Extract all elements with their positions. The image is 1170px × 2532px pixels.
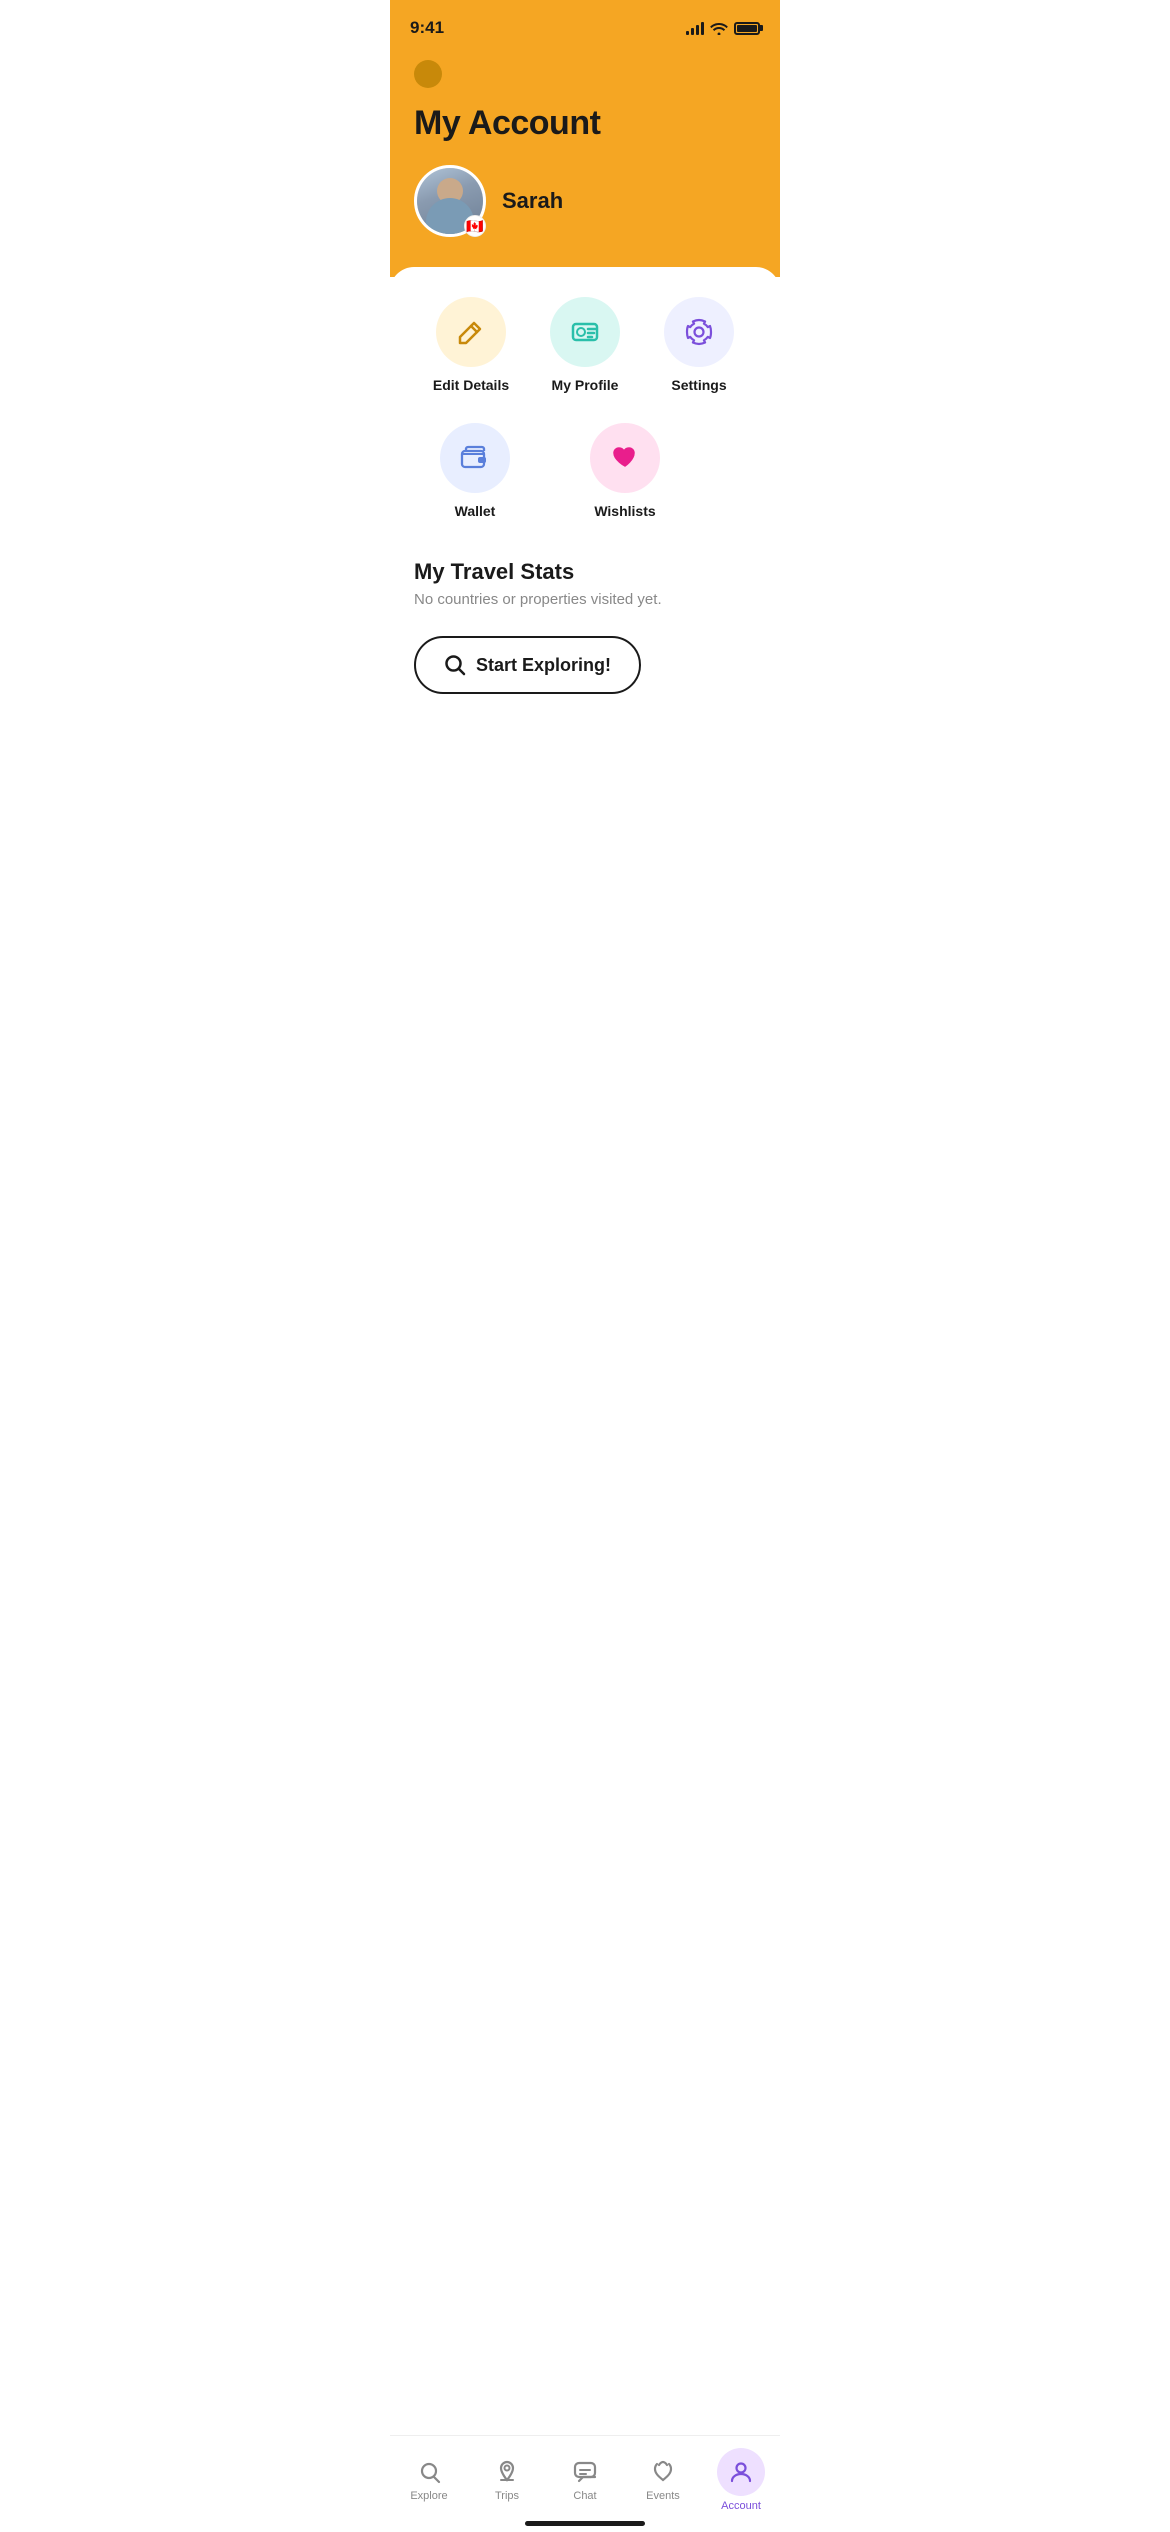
battery-icon [734,22,760,35]
my-profile-icon-circle [550,297,620,367]
chat-nav-label: Chat [573,2490,596,2502]
wishlists-icon-circle [590,423,660,493]
start-exploring-label: Start Exploring! [476,655,611,676]
search-icon [444,654,466,676]
nav-chat[interactable]: Chat [555,2458,615,2502]
nav-explore[interactable]: Explore [399,2458,459,2502]
status-time: 9:41 [410,18,444,38]
edit-details-label: Edit Details [433,377,509,393]
page-title: My Account [414,104,756,143]
notification-dot [414,60,442,88]
wallet-label: Wallet [455,503,496,519]
travel-stats-title: My Travel Stats [414,559,756,585]
my-profile-label: My Profile [552,377,619,393]
edit-details-item[interactable]: Edit Details [426,297,516,393]
avatar-container[interactable]: 🇨🇦 [414,165,486,237]
travel-stats-subtitle: No countries or properties visited yet. [414,591,756,608]
wallet-item[interactable]: Wallet [430,423,520,519]
nav-account[interactable]: Account [711,2448,771,2512]
my-profile-item[interactable]: My Profile [540,297,630,393]
settings-item[interactable]: Settings [654,297,744,393]
explore-nav-label: Explore [410,2490,447,2502]
home-indicator [525,2521,645,2526]
account-icon-circle [717,2448,765,2496]
menu-row-1: Edit Details My Profile [414,297,756,393]
wifi-icon [710,21,728,35]
header: My Account 🇨🇦 Sarah [390,50,780,277]
wishlists-item[interactable]: Wishlists [580,423,670,519]
edit-details-icon-circle [436,297,506,367]
account-icon [728,2459,754,2485]
wishlists-label: Wishlists [594,503,655,519]
account-nav-label: Account [721,2500,761,2512]
user-name: Sarah [502,188,563,214]
events-icon [649,2458,677,2486]
chat-icon [571,2458,599,2486]
flag-badge: 🇨🇦 [464,215,486,237]
travel-stats-section: My Travel Stats No countries or properti… [414,559,756,694]
events-nav-label: Events [646,2490,680,2502]
explore-icon [415,2458,443,2486]
trips-icon [493,2458,521,2486]
nav-trips[interactable]: Trips [477,2458,537,2502]
content-area: Edit Details My Profile [390,267,780,867]
start-exploring-button[interactable]: Start Exploring! [414,636,641,694]
status-bar: 9:41 [390,0,780,50]
signal-bars-icon [686,21,704,35]
wallet-icon-circle [440,423,510,493]
status-icons [686,21,760,35]
user-info: 🇨🇦 Sarah [414,165,756,247]
settings-icon-circle [664,297,734,367]
nav-events[interactable]: Events [633,2458,693,2502]
menu-row-2: Wallet Wishlists [414,423,756,519]
settings-label: Settings [671,377,726,393]
trips-nav-label: Trips [495,2490,519,2502]
bottom-nav: Explore Trips Chat [390,2435,780,2532]
